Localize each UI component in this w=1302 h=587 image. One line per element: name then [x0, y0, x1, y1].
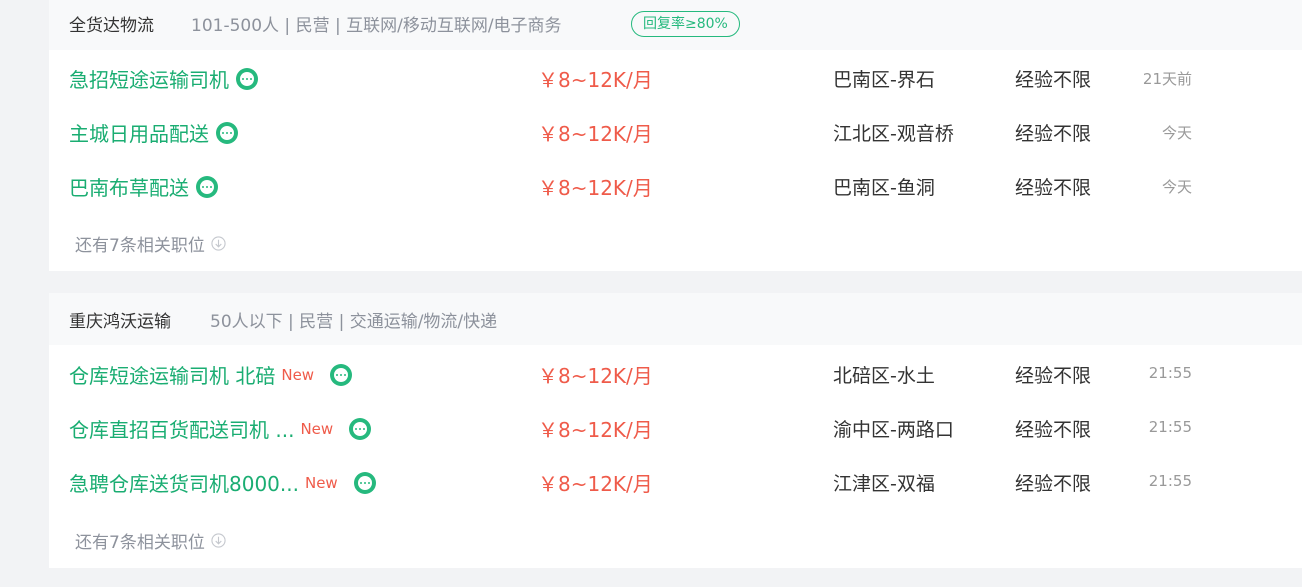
location: 江北区-观音桥	[833, 123, 954, 145]
company-header: 全货达物流 101-500人 | 民营 | 互联网/移动互联网/电子商务 回复率…	[49, 0, 1302, 50]
chat-icon[interactable]	[353, 471, 376, 494]
chat-icon[interactable]	[196, 175, 218, 198]
salary: ￥8~12K/月	[538, 176, 653, 200]
company-name[interactable]: 全货达物流	[69, 11, 154, 36]
job-title-link[interactable]: 急招短途运输司机	[69, 64, 258, 93]
job-title[interactable]: 仓库短途运输司机 北碚	[69, 360, 275, 389]
post-time: 21:55	[1148, 364, 1192, 382]
job-title[interactable]: 巴南布草配送	[69, 172, 189, 201]
job-row[interactable]: 巴南布草配送 ￥8~12K/月 巴南区-鱼洞 经验不限 今天	[49, 158, 1302, 212]
job-title-link[interactable]: 仓库短途运输司机 北碚 New	[69, 360, 353, 389]
job-row[interactable]: 仓库直招百货配送司机 ... New ￥8~12K/月 渝中区-两路口 经验不限…	[49, 400, 1302, 454]
chat-icon[interactable]	[216, 121, 238, 144]
salary: ￥8~12K/月	[538, 122, 653, 146]
job-row[interactable]: 急招短途运输司机 ￥8~12K/月 巴南区-界石 经验不限 21天前	[49, 50, 1302, 104]
more-jobs-link[interactable]: 还有7条相关职位	[75, 231, 226, 256]
company-header: 重庆鸿沃运输 50人以下 | 民营 | 交通运输/物流/快递	[49, 293, 1302, 345]
post-time: 21:55	[1148, 418, 1192, 436]
job-title-link[interactable]: 巴南布草配送	[69, 172, 218, 201]
job-title[interactable]: 主城日用品配送	[69, 118, 209, 147]
experience: 经验不限	[1015, 177, 1092, 199]
experience: 经验不限	[1015, 419, 1092, 441]
job-row[interactable]: 仓库短途运输司机 北碚 New ￥8~12K/月 北碚区-水土 经验不限 21:…	[49, 346, 1302, 400]
post-time: 21天前	[1142, 70, 1192, 88]
job-row[interactable]: 急聘仓库送货司机8000... New ￥8~12K/月 江津区-双福 经验不限…	[49, 454, 1302, 508]
location: 巴南区-界石	[833, 69, 935, 91]
company-name[interactable]: 重庆鸿沃运输	[69, 307, 171, 332]
salary: ￥8~12K/月	[538, 364, 653, 388]
company-info: 50人以下 | 民营 | 交通运输/物流/快递	[210, 312, 498, 332]
more-jobs-link[interactable]: 还有7条相关职位	[75, 528, 226, 553]
job-title-link[interactable]: 急聘仓库送货司机8000... New	[69, 468, 376, 497]
company-card: 重庆鸿沃运输 50人以下 | 民营 | 交通运输/物流/快递 仓库短途运输司机 …	[49, 293, 1302, 568]
more-jobs-label[interactable]: 还有7条相关职位	[75, 231, 205, 256]
job-title[interactable]: 仓库直招百货配送司机 ...	[69, 414, 294, 443]
reply-rate-badge: 回复率≥80%	[631, 11, 740, 37]
location: 江津区-双福	[833, 473, 935, 495]
job-title-link[interactable]: 主城日用品配送	[69, 118, 238, 147]
post-time: 今天	[1161, 178, 1192, 196]
company-info: 101-500人 | 民营 | 互联网/移动互联网/电子商务	[191, 16, 562, 36]
circle-arrow-down-icon[interactable]	[211, 236, 226, 251]
circle-arrow-down-icon[interactable]	[211, 533, 226, 548]
experience: 经验不限	[1015, 69, 1092, 91]
chat-icon[interactable]	[236, 67, 258, 90]
job-title-link[interactable]: 仓库直招百货配送司机 ... New	[69, 414, 372, 443]
salary: ￥8~12K/月	[538, 68, 653, 92]
experience: 经验不限	[1015, 473, 1092, 495]
post-time: 21:55	[1148, 472, 1192, 490]
new-tag: New	[300, 419, 334, 438]
salary: ￥8~12K/月	[538, 418, 653, 442]
new-tag: New	[304, 473, 338, 492]
location: 渝中区-两路口	[833, 419, 954, 441]
more-jobs-label[interactable]: 还有7条相关职位	[75, 528, 205, 553]
experience: 经验不限	[1015, 123, 1092, 145]
chat-icon[interactable]	[330, 363, 353, 386]
location: 巴南区-鱼洞	[833, 177, 935, 199]
new-tag: New	[281, 365, 315, 384]
job-title[interactable]: 急招短途运输司机	[69, 64, 229, 93]
job-row[interactable]: 主城日用品配送 ￥8~12K/月 江北区-观音桥 经验不限 今天	[49, 104, 1302, 158]
salary: ￥8~12K/月	[538, 472, 653, 496]
location: 北碚区-水土	[833, 365, 935, 387]
experience: 经验不限	[1015, 365, 1092, 387]
post-time: 今天	[1161, 124, 1192, 142]
job-title[interactable]: 急聘仓库送货司机8000...	[69, 468, 299, 497]
chat-icon[interactable]	[349, 417, 372, 440]
company-card: 全货达物流 101-500人 | 民营 | 互联网/移动互联网/电子商务 回复率…	[49, 0, 1302, 271]
